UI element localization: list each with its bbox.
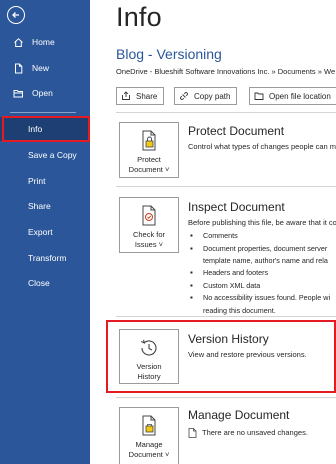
protect-document-desc: Control what types of changes people can… <box>188 142 336 151</box>
folder-icon <box>254 91 264 101</box>
sidebar-item-home[interactable]: Home <box>0 30 90 54</box>
info-highlight-box <box>2 116 90 142</box>
list-item-continuation: reading this document. <box>203 305 276 315</box>
section-divider <box>116 112 336 113</box>
manage-document-desc: There are no unsaved changes. <box>202 428 308 437</box>
check-for-issues-tile[interactable]: Check for Issues ˅ <box>119 197 179 253</box>
protect-document-tile[interactable]: Protect Document ˅ <box>119 122 179 178</box>
check-for-issues-tile-label: Check for Issues ˅ <box>133 230 165 250</box>
list-item: Custom XML data <box>190 280 330 293</box>
backstage-sidebar: Home New Open Info Save a Copy Print Sha… <box>0 0 90 464</box>
arrow-left-icon <box>12 12 19 18</box>
manage-document-tile-label: Manage Document ˅ <box>129 440 170 460</box>
sidebar-item-label: Close <box>28 278 50 288</box>
new-document-icon <box>12 62 24 74</box>
manage-document-icon <box>138 415 160 437</box>
back-button[interactable] <box>7 6 25 24</box>
sidebar-item-share[interactable]: Share <box>0 194 90 218</box>
tile-label-line: Protect <box>137 155 161 164</box>
list-item-text: Document properties, document server <box>203 243 328 253</box>
manage-document-status: There are no unsaved changes. <box>188 428 308 438</box>
tile-label-line: Manage <box>135 440 163 449</box>
inspect-document-icon <box>138 205 160 227</box>
sidebar-item-label: Share <box>28 201 51 211</box>
manage-document-tile[interactable]: Manage Document ˅ <box>119 407 179 464</box>
sidebar-item-label: Print <box>28 176 46 186</box>
share-button-label: Share <box>136 91 158 101</box>
share-button[interactable]: Share <box>116 87 165 105</box>
sidebar-item-open[interactable]: Open <box>0 81 90 105</box>
section-divider <box>116 397 336 398</box>
list-item: Document properties, document server tem… <box>190 243 330 268</box>
sidebar-item-print[interactable]: Print <box>0 169 90 193</box>
sidebar-item-label: Save a Copy <box>28 150 77 160</box>
sidebar-item-close[interactable]: Close <box>0 271 90 295</box>
open-file-location-label: Open file location <box>269 91 331 101</box>
list-item: Comments <box>190 230 330 243</box>
sidebar-item-transform[interactable]: Transform <box>0 246 90 270</box>
inspect-document-title: Inspect Document <box>188 200 285 214</box>
copy-path-icon <box>179 91 189 101</box>
protect-document-tile-label: Protect Document ˅ <box>129 155 170 175</box>
sidebar-item-label: Home <box>32 37 55 47</box>
folder-open-icon <box>12 87 24 99</box>
list-item: No accessibility issues found. People wi… <box>190 292 330 317</box>
lock-document-icon <box>138 130 160 152</box>
sidebar-item-new[interactable]: New <box>0 56 90 80</box>
sidebar-item-label: Transform <box>28 253 67 263</box>
list-item: Headers and footers <box>190 267 330 280</box>
sidebar-item-save-a-copy[interactable]: Save a Copy <box>0 143 90 167</box>
copy-path-button-label: Copy path <box>194 91 231 101</box>
document-path[interactable]: OneDrive - Blueshift Software Innovation… <box>116 67 335 76</box>
tile-label-line: Check for <box>132 230 166 239</box>
list-item-text: No accessibility issues found. People wi <box>203 293 331 302</box>
share-icon <box>121 91 131 101</box>
protect-document-title: Protect Document <box>188 124 285 138</box>
section-divider <box>116 186 336 187</box>
section-divider <box>116 316 336 317</box>
version-history-highlight-box <box>106 320 336 393</box>
home-icon <box>12 36 24 48</box>
tile-label-line: Document ˅ <box>128 450 170 459</box>
inspect-bullet-list: Comments Document properties, document s… <box>190 230 330 317</box>
open-file-location-button[interactable]: Open file location <box>249 87 336 105</box>
copy-path-button[interactable]: Copy path <box>174 87 238 105</box>
sidebar-item-label: Open <box>32 88 53 98</box>
tile-label-line: Document ˅ <box>128 165 170 174</box>
page-title: Info <box>116 2 162 32</box>
sidebar-item-export[interactable]: Export <box>0 220 90 244</box>
inspect-document-desc: Before publishing this file, be aware th… <box>188 218 336 227</box>
sidebar-divider <box>10 112 76 113</box>
manage-document-title: Manage Document <box>188 408 290 422</box>
info-pane: Info Blog - Versioning OneDrive - Bluesh… <box>90 0 336 464</box>
sidebar-item-label: New <box>32 63 50 73</box>
sidebar-item-label: Export <box>28 227 53 237</box>
document-name: Blog - Versioning <box>116 46 222 62</box>
tile-label-line: Issues ˅ <box>134 240 164 249</box>
document-status-icon <box>188 428 197 438</box>
list-item-continuation: template name, author's name and rela <box>203 256 328 265</box>
